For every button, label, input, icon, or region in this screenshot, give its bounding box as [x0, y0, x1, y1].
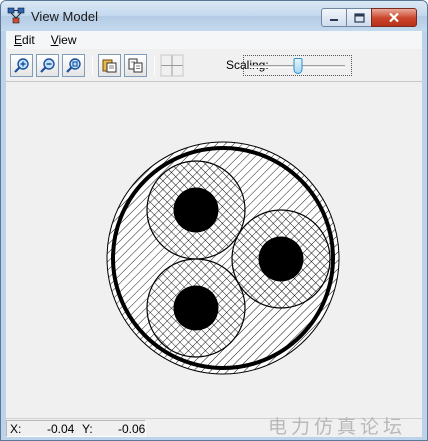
menu-view-mnemonic: V [50, 33, 59, 47]
phase-a-conductor [173, 187, 219, 233]
x-value: -0.04 [47, 422, 75, 436]
zoom-in-icon [14, 58, 29, 73]
phase-b-conductor [258, 236, 304, 282]
toolbar: Scaling: [6, 50, 422, 82]
menu-edit-mnemonic: E [14, 33, 23, 47]
maximize-icon [353, 12, 365, 23]
cable-cross-section [106, 141, 340, 375]
menu-view-rest: iew [58, 33, 77, 47]
copy-icon [102, 59, 117, 73]
minimize-icon [330, 18, 338, 21]
zoom-in-button[interactable] [10, 54, 33, 77]
window-title: View Model [31, 9, 98, 24]
menu-view[interactable]: View [43, 33, 85, 47]
title-bar[interactable]: View Model [1, 1, 427, 31]
y-value: -0.06 [118, 422, 146, 436]
copy-settings-button[interactable] [124, 54, 147, 77]
copy-settings-icon [128, 58, 143, 73]
minimize-button[interactable] [321, 8, 347, 27]
zoom-fit-button[interactable] [62, 54, 85, 77]
scaling-slider[interactable] [243, 55, 352, 76]
copy-button[interactable] [98, 54, 121, 77]
x-label: X: [10, 422, 22, 436]
y-label: Y: [82, 422, 93, 436]
zoom-fit-icon [66, 58, 81, 73]
maximize-button[interactable] [346, 8, 372, 27]
view-model-window: View Model Edit View Scaling: X: -0.04 Y… [0, 0, 428, 441]
menu-bar: Edit View [6, 31, 422, 49]
grid-icon [160, 54, 184, 77]
phase-c-conductor [173, 285, 219, 331]
toolbar-separator [154, 55, 155, 75]
zoom-out-button[interactable] [36, 54, 59, 77]
model-canvas[interactable] [6, 83, 422, 417]
grid-button[interactable] [160, 54, 184, 77]
client-area: Edit View Scaling: X: -0.04 Y: -0.06 [6, 31, 422, 437]
watermark: 电力仿真论坛 [268, 416, 407, 438]
close-button[interactable] [371, 8, 417, 27]
close-icon [389, 12, 399, 23]
toolbar-separator [92, 55, 93, 75]
zoom-out-icon [40, 58, 55, 73]
network-icon [7, 7, 25, 24]
menu-edit-rest: dit [22, 33, 35, 47]
menu-edit[interactable]: Edit [6, 33, 43, 47]
slider-thumb[interactable] [293, 58, 302, 74]
